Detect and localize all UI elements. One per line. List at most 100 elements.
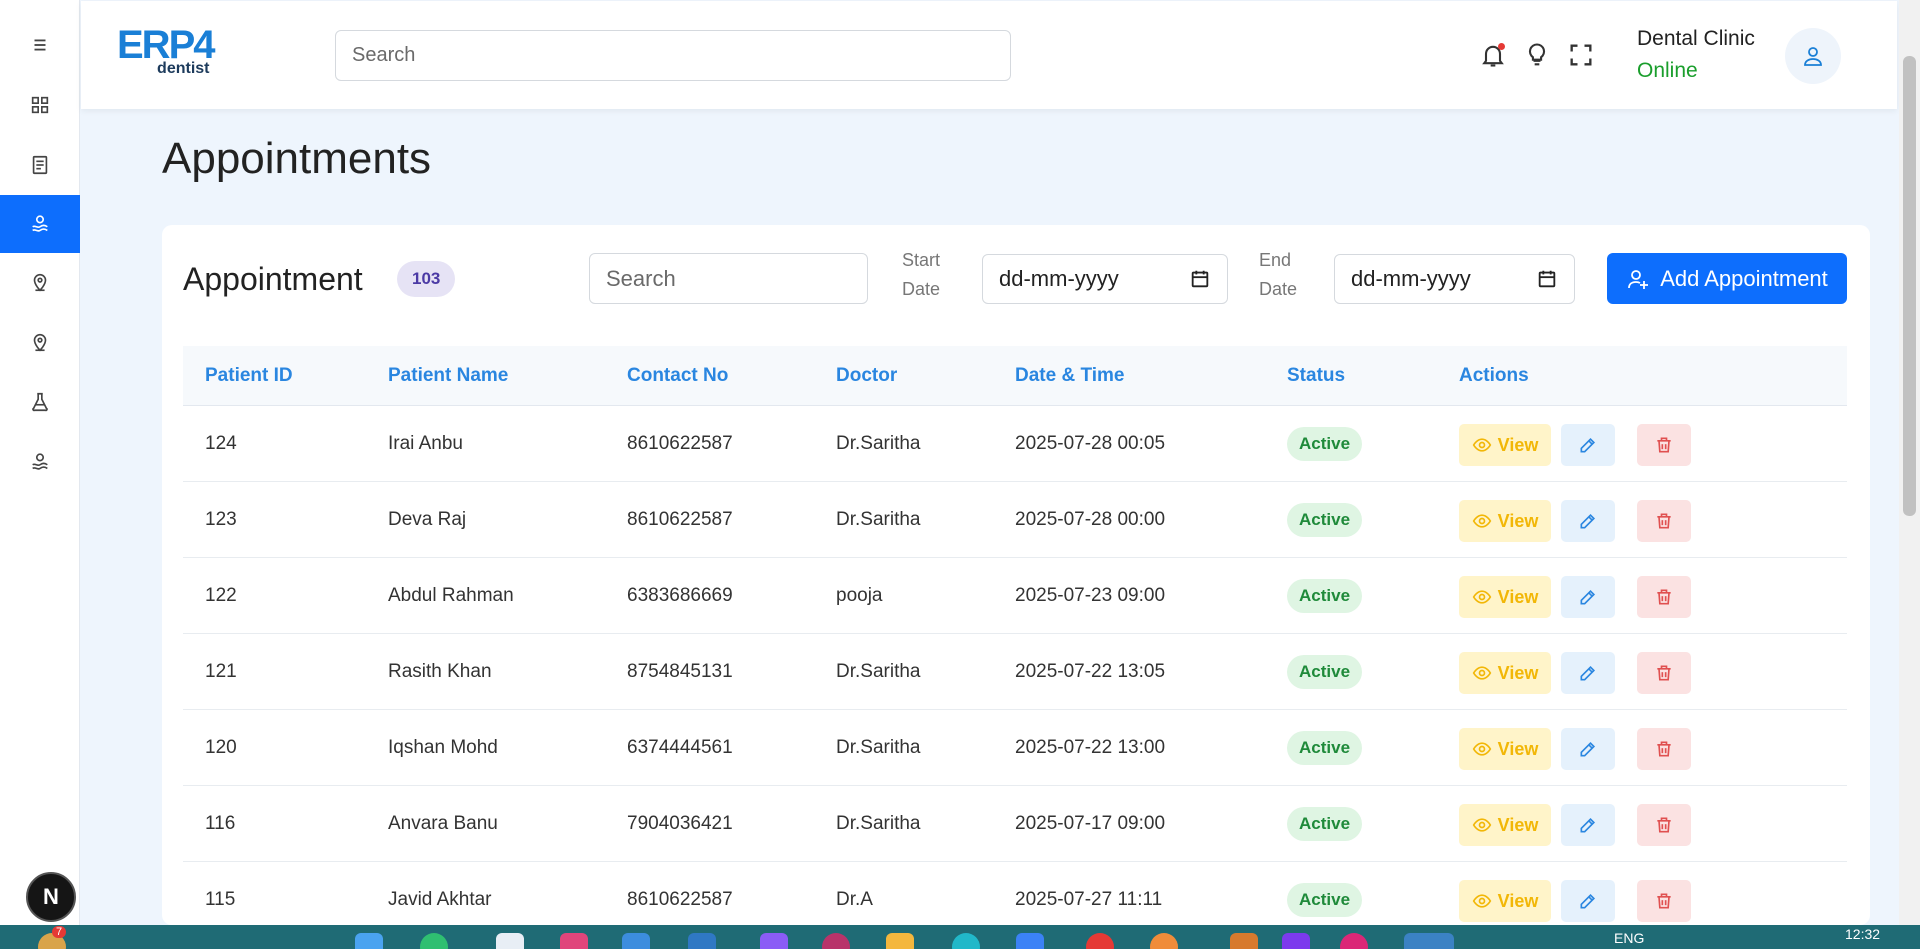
table-body: 124 Irai Anbu 8610622587 Dr.Saritha 2025-07-… — [183, 406, 1847, 938]
top-header: ERP4 dentist Dental Clinic Online — [81, 1, 1897, 109]
status-badge: Active — [1287, 579, 1363, 613]
view-button[interactable]: View — [1459, 576, 1551, 618]
user-icon — [1804, 47, 1822, 66]
edit-button[interactable] — [1561, 652, 1615, 694]
folder-icon[interactable] — [886, 933, 914, 949]
sidebar-item-dashboard[interactable] — [0, 77, 80, 133]
delete-button[interactable] — [1637, 804, 1691, 846]
cell-doctor: pooja — [836, 585, 883, 606]
col-status[interactable]: Status — [1287, 346, 1345, 406]
clock[interactable]: 12:32 — [1845, 926, 1880, 942]
edit-button[interactable] — [1561, 576, 1615, 618]
edit-button[interactable] — [1561, 500, 1615, 542]
delete-button[interactable] — [1637, 652, 1691, 694]
trash-icon — [1657, 665, 1671, 681]
view-label: View — [1497, 586, 1539, 607]
app-icon[interactable] — [1282, 933, 1310, 949]
calendar-icon[interactable] — [1536, 268, 1558, 290]
notification-button[interactable] — [1479, 41, 1507, 69]
sidebar-item-appointments[interactable] — [0, 195, 80, 253]
scrollbar-thumb[interactable] — [1903, 56, 1916, 516]
global-search-input[interactable] — [335, 30, 1011, 81]
col-actions: Actions — [1459, 365, 1529, 386]
start-date-value: dd-mm-yyyy — [999, 266, 1119, 291]
view-button[interactable]: View — [1459, 652, 1551, 694]
app-icon[interactable] — [1340, 933, 1368, 949]
view-label: View — [1497, 434, 1539, 455]
app-icon[interactable] — [560, 933, 588, 949]
sidebar-item-lab[interactable] — [0, 374, 80, 430]
view-label: View — [1497, 510, 1539, 531]
menu-toggle-button[interactable] — [0, 17, 80, 73]
count-badge: 103 — [397, 261, 456, 297]
appointments-card: Appointment 103 StartDate dd-mm-yyyy End… — [162, 225, 1870, 938]
delete-button[interactable] — [1637, 424, 1691, 466]
app-icon[interactable] — [760, 933, 788, 949]
sidebar-item-treatments[interactable] — [0, 434, 80, 490]
user-avatar-button[interactable] — [1785, 28, 1841, 84]
eye-icon — [1472, 894, 1491, 908]
windows-start-icon[interactable] — [355, 933, 383, 949]
fullscreen-button[interactable] — [1567, 41, 1595, 69]
col-patient-name[interactable]: Patient Name — [388, 346, 508, 406]
col-patient-id[interactable]: Patient ID — [205, 346, 293, 406]
calendar-icon[interactable] — [1189, 268, 1211, 290]
app-icon[interactable] — [1086, 933, 1114, 949]
logo[interactable]: ERP4 dentist — [117, 23, 215, 77]
delete-button[interactable] — [1637, 500, 1691, 542]
col-doctor[interactable]: Doctor — [836, 346, 897, 406]
sidebar-item-location-1[interactable] — [0, 254, 80, 310]
pencil-icon — [1580, 741, 1596, 757]
edit-button[interactable] — [1561, 728, 1615, 770]
sidebar-item-location-2[interactable] — [0, 314, 80, 370]
pencil-icon — [1580, 665, 1596, 681]
cell-doctor: Dr.Saritha — [836, 813, 921, 834]
cell-patient-name: Abdul Rahman — [388, 585, 514, 606]
end-date-input[interactable]: dd-mm-yyyy — [1334, 254, 1575, 304]
app-icon[interactable] — [1150, 933, 1178, 949]
page-title: Appointments — [162, 134, 432, 183]
notification-dot — [1498, 43, 1505, 50]
lightbulb-icon — [1528, 43, 1546, 66]
theme-toggle-button[interactable] — [1523, 41, 1551, 69]
logo-main-text: ERP4 — [117, 23, 215, 67]
add-appointment-button[interactable]: Add Appointment — [1607, 253, 1847, 304]
sidebar-item-documents[interactable] — [0, 137, 80, 193]
delete-button[interactable] — [1637, 880, 1691, 922]
cell-contact-no: 8754845131 — [627, 661, 733, 682]
cell-contact-no: 8610622587 — [627, 509, 733, 530]
col-contact-no[interactable]: Contact No — [627, 346, 728, 406]
appointment-search-input[interactable] — [589, 253, 868, 304]
app-icon[interactable] — [1404, 933, 1454, 949]
app-icon[interactable] — [420, 933, 448, 949]
app-icon[interactable] — [952, 933, 980, 949]
view-button[interactable]: View — [1459, 728, 1551, 770]
start-date-input[interactable]: dd-mm-yyyy — [982, 254, 1228, 304]
edit-button[interactable] — [1561, 424, 1615, 466]
app-icon[interactable] — [1016, 933, 1044, 949]
view-button[interactable]: View — [1459, 424, 1551, 466]
dashboard-icon — [31, 96, 49, 114]
view-button[interactable]: View — [1459, 500, 1551, 542]
language-indicator[interactable]: ENG — [1614, 930, 1644, 946]
app-icon[interactable] — [822, 933, 850, 949]
cell-patient-id: 120 — [205, 737, 237, 758]
appointments-table: Patient ID Patient Name Contact No Docto… — [183, 346, 1847, 938]
view-button[interactable]: View — [1459, 880, 1551, 922]
app-icon[interactable] — [496, 933, 524, 949]
edit-button[interactable] — [1561, 804, 1615, 846]
trash-icon — [1657, 893, 1671, 909]
delete-button[interactable] — [1637, 728, 1691, 770]
view-label: View — [1497, 738, 1539, 759]
edit-button[interactable] — [1561, 880, 1615, 922]
pencil-icon — [1580, 513, 1596, 529]
app-icon[interactable] — [688, 933, 716, 949]
nextjs-badge[interactable]: N — [26, 872, 76, 922]
col-date-time[interactable]: Date & Time — [1015, 346, 1124, 406]
status-badge: Active — [1287, 731, 1363, 765]
app-icon[interactable] — [622, 933, 650, 949]
page-scrollbar[interactable] — [1899, 0, 1920, 925]
app-icon[interactable] — [1230, 933, 1258, 949]
view-button[interactable]: View — [1459, 804, 1551, 846]
delete-button[interactable] — [1637, 576, 1691, 618]
